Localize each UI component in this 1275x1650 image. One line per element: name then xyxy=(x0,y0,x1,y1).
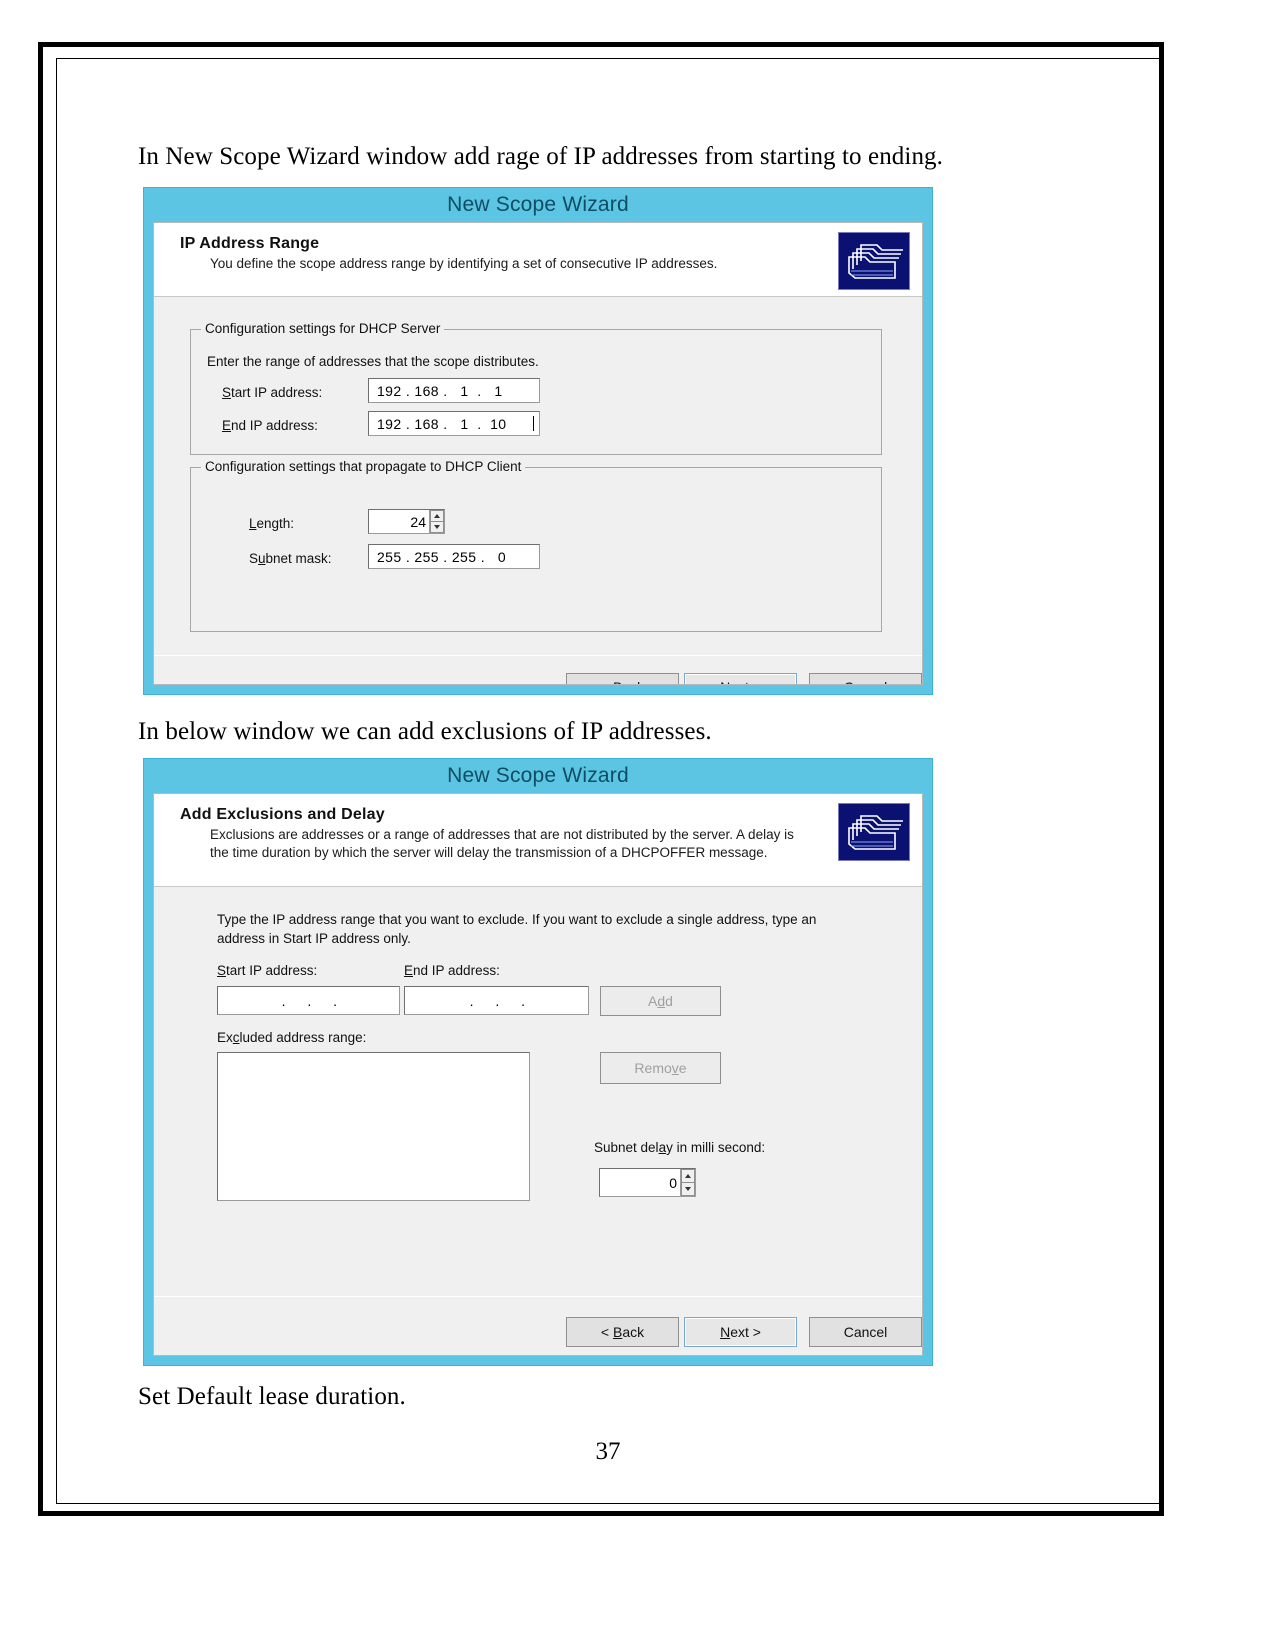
group-title-server: Configuration settings for DHCP Server xyxy=(201,321,445,336)
stacked-folders-icon xyxy=(838,232,910,290)
window-title-text: New Scope Wizard xyxy=(447,764,629,787)
dialog-header: Add Exclusions and Delay Exclusions are … xyxy=(154,794,922,887)
cancel-button-label: Cancel xyxy=(844,679,888,684)
dialog-content: Configuration settings for DHCP Server E… xyxy=(154,297,922,684)
dialog-heading: Add Exclusions and Delay xyxy=(180,806,385,823)
remove-button[interactable]: Remove xyxy=(600,1052,721,1084)
start-ip-address-label: Start IP address: xyxy=(217,963,318,978)
stacked-folders-icon xyxy=(838,803,910,861)
end-ip-address-label-text: nd IP address: xyxy=(413,963,500,978)
excluded-address-range-label-text: luded address range: xyxy=(239,1030,367,1045)
start-ip-address-value: . . . xyxy=(268,992,351,1009)
footer-separator xyxy=(154,655,922,656)
excluded-address-range-label: Excluded address range: xyxy=(217,1030,367,1045)
start-ip-address-input[interactable]: . . . xyxy=(217,986,400,1015)
next-button-label: Next > xyxy=(720,679,761,684)
subnet-mask-label-text: bnet mask: xyxy=(265,551,332,566)
back-button[interactable]: < Back xyxy=(566,673,679,684)
page-number: 37 xyxy=(595,1438,621,1465)
cancel-button[interactable]: Cancel xyxy=(809,673,922,684)
subnet-delay-spinner-buttons[interactable] xyxy=(680,1169,695,1196)
length-label: Length: xyxy=(249,516,295,531)
end-ip-address-input[interactable]: 192 . 168 . 1 . 10 xyxy=(368,411,540,436)
dialog-content: Type the IP address range that you want … xyxy=(154,887,922,1355)
group-title-client: Configuration settings that propagate to… xyxy=(201,459,526,474)
subnet-delay-label: Subnet delay in milli second: xyxy=(594,1140,766,1155)
end-ip-address-value: . . . xyxy=(456,992,539,1009)
next-button[interactable]: Next > xyxy=(684,673,797,684)
next-button-label: Next > xyxy=(720,1324,761,1340)
dialog-body: IP Address Range You define the scope ad… xyxy=(153,222,923,685)
dialog-description: Exclusions are addresses or a range of a… xyxy=(210,827,794,861)
end-ip-address-label-text: nd IP address: xyxy=(231,418,318,433)
page-content: In New Scope Wizard window add rage of I… xyxy=(60,60,1156,1500)
subnet-mask-label: Subnet mask: xyxy=(249,551,332,566)
spinner-down-icon[interactable] xyxy=(430,522,444,533)
length-spinner[interactable]: 24 xyxy=(368,509,445,534)
spinner-up-icon[interactable] xyxy=(681,1169,695,1183)
subnet-delay-label-text: y in milli second: xyxy=(666,1140,766,1155)
length-spinner-buttons[interactable] xyxy=(429,510,444,533)
caption-paragraph-3: Set Default lease duration. xyxy=(138,1383,406,1410)
subnet-delay-value: 0 xyxy=(669,1174,677,1191)
caption-paragraph-1: In New Scope Wizard window add rage of I… xyxy=(138,143,943,170)
subnet-mask-value: 255 . 255 . 255 . 0 xyxy=(377,548,507,565)
dialog-description: You define the scope address range by id… xyxy=(210,256,718,271)
excluded-address-range-listbox[interactable] xyxy=(217,1052,530,1201)
subnet-mask-input[interactable]: 255 . 255 . 255 . 0 xyxy=(368,544,540,569)
add-button[interactable]: Add xyxy=(600,986,721,1016)
exclusion-instruction-text: Type the IP address range that you want … xyxy=(217,912,817,946)
start-ip-address-input[interactable]: 192 . 168 . 1 . 1 xyxy=(368,378,540,403)
end-ip-address-input[interactable]: . . . xyxy=(404,986,589,1015)
end-ip-address-label: End IP address: xyxy=(222,418,318,433)
length-value: 24 xyxy=(410,513,426,530)
back-button-label: < Back xyxy=(600,1324,645,1340)
next-button[interactable]: Next > xyxy=(684,1317,797,1347)
dialog-heading: IP Address Range xyxy=(180,235,320,252)
start-ip-address-label: Start IP address: xyxy=(222,385,323,400)
spinner-down-icon[interactable] xyxy=(681,1183,695,1196)
remove-button-label: Remove xyxy=(634,1060,687,1076)
dialog-header: IP Address Range You define the scope ad… xyxy=(154,223,922,297)
back-button[interactable]: < Back xyxy=(566,1317,679,1347)
window-title-bar: New Scope Wizard xyxy=(144,188,932,222)
end-ip-address-label: End IP address: xyxy=(404,963,500,978)
new-scope-wizard-add-exclusions-and-delay: New Scope Wizard Add Exclusions and Dela… xyxy=(143,758,933,1366)
back-button-label: < Back xyxy=(601,679,644,684)
dialog-body: Add Exclusions and Delay Exclusions are … xyxy=(153,793,923,1356)
spinner-up-icon[interactable] xyxy=(430,510,444,522)
end-ip-address-value: 192 . 168 . 1 . 10 xyxy=(377,415,507,432)
window-title-text: New Scope Wizard xyxy=(447,193,629,216)
server-instruction-text: Enter the range of addresses that the sc… xyxy=(207,354,539,369)
cancel-button[interactable]: Cancel xyxy=(809,1317,922,1347)
caption-paragraph-2: In below window we can add exclusions of… xyxy=(138,718,712,745)
start-ip-address-label-text: tart IP address: xyxy=(231,385,323,400)
start-ip-address-value: 192 . 168 . 1 . 1 xyxy=(377,382,503,399)
length-label-text: ength: xyxy=(256,516,295,531)
cancel-button-label: Cancel xyxy=(843,1324,888,1340)
footer-separator xyxy=(154,1296,922,1297)
add-button-label: Add xyxy=(648,993,673,1009)
start-ip-address-label-text: tart IP address: xyxy=(226,963,318,978)
new-scope-wizard-ip-address-range: New Scope Wizard IP Address Range You de… xyxy=(143,187,933,695)
window-title-bar: New Scope Wizard xyxy=(144,759,932,793)
subnet-delay-spinner[interactable]: 0 xyxy=(599,1168,696,1197)
